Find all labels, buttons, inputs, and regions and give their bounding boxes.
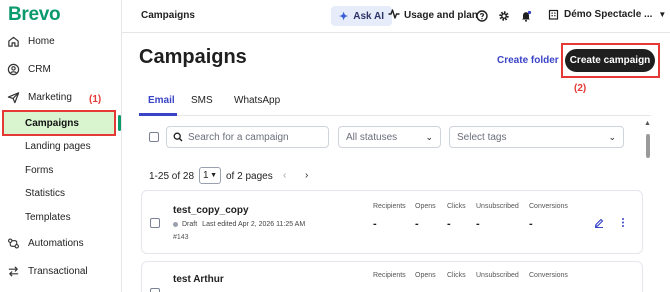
sidebar-item-campaigns[interactable]: Campaigns <box>2 110 116 136</box>
col-recipients: Recipients <box>373 272 406 279</box>
building-icon <box>548 9 559 20</box>
col-conversions: Conversions <box>529 203 568 210</box>
page-select[interactable]: 1 ▼ <box>199 167 221 184</box>
active-tab-underline <box>139 113 177 116</box>
search-icon <box>173 132 183 142</box>
sidebar-item-automations[interactable]: Automations <box>6 233 84 253</box>
send-icon <box>6 90 20 104</box>
topbar-title: Campaigns <box>141 10 195 21</box>
help-icon[interactable] <box>476 10 488 22</box>
automation-icon <box>6 236 20 250</box>
account-menu[interactable]: Démo Spectacle ... ▼ <box>548 9 666 20</box>
edit-pencil-icon[interactable] <box>593 217 604 228</box>
sidebar-item-templates[interactable]: Templates <box>25 212 71 223</box>
sidebar-item-landing-pages[interactable]: Landing pages <box>25 141 91 152</box>
active-indicator <box>118 115 121 131</box>
tab-sms[interactable]: SMS <box>191 95 213 106</box>
chevron-down-icon: ⌄ <box>425 131 433 142</box>
campaign-name[interactable]: test_copy_copy <box>173 205 249 216</box>
col-clicks: Clicks <box>447 272 466 279</box>
sidebar-item-label: CRM <box>28 63 51 75</box>
tags-select[interactable]: Select tags ⌄ <box>449 126 624 148</box>
col-clicks: Clicks <box>447 203 466 210</box>
col-recipients: Recipients <box>373 203 406 210</box>
value-clicks: - <box>447 218 451 230</box>
ask-ai-label: Ask AI <box>353 10 384 22</box>
sidebar-item-label: Home <box>28 35 55 47</box>
sidebar-item-label: Transactional <box>28 265 88 277</box>
sidebar-item-marketing[interactable]: Marketing <box>6 87 72 107</box>
home-icon <box>6 34 20 48</box>
status-select-value: All statuses <box>346 131 398 143</box>
col-opens: Opens <box>415 272 436 279</box>
tags-select-value: Select tags <box>457 131 507 143</box>
transactional-icon <box>6 264 20 278</box>
sidebar-item-label: Automations <box>28 237 84 249</box>
contacts-icon <box>6 62 20 76</box>
prev-page-icon[interactable]: ‹ <box>283 170 286 181</box>
page-title: Campaigns <box>139 46 247 68</box>
campaign-checkbox[interactable] <box>150 218 160 228</box>
search-placeholder: Search for a campaign <box>188 131 289 143</box>
account-name: Démo Spectacle ... <box>564 9 653 20</box>
sidebar-item-crm[interactable]: CRM <box>6 59 51 79</box>
last-edited: Last edited Apr 2, 2026 11:25 AM <box>202 221 306 228</box>
sidebar: Brevo Home CRM Marketing (1) Campaigns L… <box>0 0 122 292</box>
sidebar-item-transactional[interactable]: Transactional <box>6 261 88 281</box>
channel-tabs: Email SMS WhatsApp <box>139 86 651 116</box>
search-input[interactable]: Search for a campaign <box>166 126 329 148</box>
status-badge: Draft <box>182 221 198 228</box>
col-unsubscribed: Unsubscribed <box>476 203 519 210</box>
pagination-range: 1-25 of 28 <box>149 171 195 182</box>
col-conversions: Conversions <box>529 272 568 279</box>
campaign-card[interactable]: test_copy_copy Draft Last edited Apr 2, … <box>141 190 643 254</box>
tab-email[interactable]: Email <box>148 95 175 106</box>
pagination-pages: of 2 pages <box>226 171 273 182</box>
usage-label: Usage and plan <box>404 10 478 21</box>
gear-icon[interactable] <box>498 10 510 22</box>
more-options-icon[interactable] <box>619 217 627 228</box>
value-recipients: - <box>373 218 377 230</box>
sidebar-item-label: Marketing <box>28 91 72 103</box>
pulse-icon <box>388 9 400 22</box>
sidebar-item-statistics[interactable]: Statistics <box>25 188 65 199</box>
tab-whatsapp[interactable]: WhatsApp <box>234 95 280 106</box>
annotation-1: (1) <box>89 94 102 105</box>
topbar: Campaigns ✦ Ask AI Usage and plan Démo S… <box>122 0 670 33</box>
campaign-id: #143 <box>173 234 189 241</box>
status-dot <box>173 222 178 227</box>
chevron-down-icon: ⌄ <box>608 131 616 142</box>
col-opens: Opens <box>415 203 436 210</box>
value-unsubscribed: - <box>476 218 480 230</box>
select-all-checkbox[interactable] <box>149 132 159 142</box>
sidebar-item-home[interactable]: Home <box>6 31 55 51</box>
status-select[interactable]: All statuses ⌄ <box>338 126 441 148</box>
sparkle-icon: ✦ <box>339 10 349 23</box>
campaign-name[interactable]: test Arthur <box>173 274 224 285</box>
page-select-value: 1 <box>203 170 209 181</box>
brevo-logo[interactable]: Brevo <box>8 4 61 26</box>
ask-ai-button[interactable]: ✦ Ask AI <box>331 6 392 26</box>
usage-and-plan-button[interactable]: Usage and plan <box>388 9 478 22</box>
create-folder-link[interactable]: Create folder <box>497 55 559 66</box>
scroll-up-arrow[interactable]: ▲ <box>644 120 651 127</box>
value-opens: - <box>415 218 419 230</box>
chevron-down-icon: ▼ <box>210 172 217 179</box>
chevron-down-icon: ▼ <box>658 10 667 19</box>
scrollbar-thumb[interactable] <box>646 134 650 158</box>
next-page-icon[interactable]: › <box>305 170 308 181</box>
campaign-card[interactable]: test Arthur Recipients Opens Clicks Unsu… <box>141 261 643 292</box>
campaign-meta: Draft Last edited Apr 2, 2026 11:25 AM <box>173 221 305 228</box>
value-conversions: - <box>529 218 533 230</box>
campaign-checkbox[interactable] <box>150 288 160 292</box>
col-unsubscribed: Unsubscribed <box>476 272 519 279</box>
create-campaign-button[interactable]: Create campaign <box>565 49 655 72</box>
sidebar-item-forms[interactable]: Forms <box>25 165 53 176</box>
bell-icon[interactable] <box>520 10 532 22</box>
